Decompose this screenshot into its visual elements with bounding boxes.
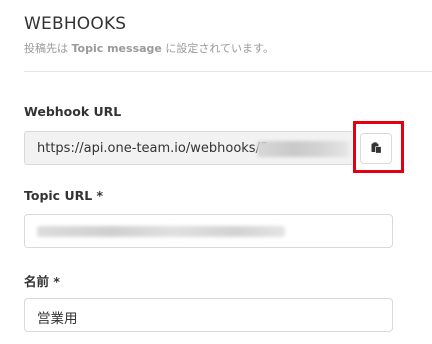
name-label: 名前 * — [24, 274, 60, 289]
webhooks-settings-panel: WEBHOOKS 投稿先は Topic message に設定されています。 W… — [0, 0, 432, 344]
topic-url-input[interactable] — [24, 214, 393, 248]
redacted-topic-url — [37, 226, 285, 237]
webhook-url-field[interactable]: https://api.one-team.io/webhooks/S — [24, 131, 352, 165]
section-title: WEBHOOKS — [24, 14, 127, 34]
section-description: 投稿先は Topic message に設定されています。 — [24, 40, 274, 56]
description-emphasis: Topic message — [71, 42, 162, 55]
section-divider — [24, 71, 432, 72]
copy-url-button[interactable] — [360, 133, 392, 164]
name-input[interactable]: 営業用 — [24, 298, 393, 332]
webhook-url-value: https://api.one-team.io/webhooks/S — [37, 141, 269, 156]
topic-url-label: Topic URL * — [24, 188, 104, 203]
clipboard-copy-icon — [371, 139, 382, 158]
redacted-token — [257, 141, 349, 157]
webhook-url-label: Webhook URL — [24, 104, 122, 119]
description-suffix: に設定されています。 — [165, 42, 274, 55]
name-input-value: 営業用 — [37, 311, 78, 327]
description-prefix: 投稿先は — [24, 42, 68, 55]
